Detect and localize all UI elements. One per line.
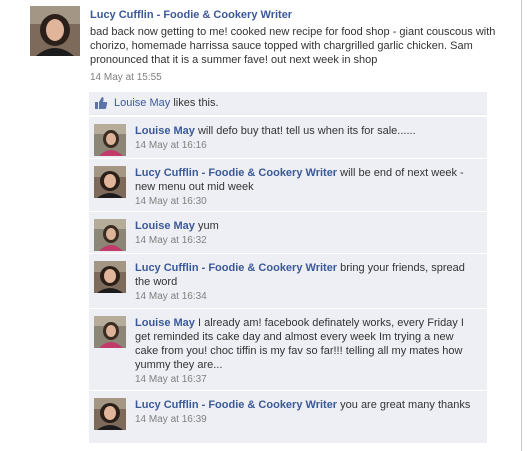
comment-body: Louise May yum 14 May at 16:32 <box>135 219 473 248</box>
comment-timestamp[interactable]: 14 May at 16:39 <box>135 413 473 427</box>
comment-author[interactable]: Louise May <box>135 220 195 232</box>
comment-body: Lucy Cufflin - Foodie & Cookery Writer w… <box>135 166 473 209</box>
commenter-avatar[interactable] <box>94 398 126 430</box>
comment-timestamp[interactable]: 14 May at 16:32 <box>135 234 473 248</box>
comment-body: Lucy Cufflin - Foodie & Cookery Writer y… <box>135 398 473 427</box>
comment-text: yum <box>194 220 219 232</box>
comment-text: will defo buy that! tell us when its for… <box>194 125 416 137</box>
comment-item: Lucy Cufflin - Foodie & Cookery Writer b… <box>89 254 487 309</box>
thumbs-up-icon <box>94 96 108 110</box>
comment-text: you are great many thanks <box>337 399 471 411</box>
comment-author[interactable]: Louise May <box>135 125 195 137</box>
post-author-name[interactable]: Lucy Cufflin - Foodie & Cookery Writer <box>90 9 292 21</box>
comment-author[interactable]: Louise May <box>135 317 195 329</box>
comment-item: Lucy Cufflin - Foodie & Cookery Writer y… <box>89 391 487 444</box>
comment-timestamp[interactable]: 14 May at 16:37 <box>135 373 473 387</box>
likes-bar: Louise May likes this. <box>89 92 487 115</box>
commenter-avatar[interactable] <box>94 219 126 251</box>
scroll-edge <box>521 0 522 451</box>
comment-item: Louise May will defo buy that! tell us w… <box>89 117 487 159</box>
comment-item: Louise May I already am! facebook defina… <box>89 309 487 391</box>
comment-body: Louise May I already am! facebook defina… <box>135 316 473 387</box>
commenter-avatar[interactable] <box>94 316 126 348</box>
likes-text: Louise May likes this. <box>114 97 219 109</box>
comment-author[interactable]: Lucy Cufflin - Foodie & Cookery Writer <box>135 167 337 179</box>
commenter-avatar[interactable] <box>94 261 126 293</box>
likes-suffix: likes this. <box>170 97 219 109</box>
comment-author[interactable]: Lucy Cufflin - Foodie & Cookery Writer <box>135 399 337 411</box>
comment-author[interactable]: Lucy Cufflin - Foodie & Cookery Writer <box>135 262 337 274</box>
comment-body: Louise May will defo buy that! tell us w… <box>135 124 473 153</box>
comment-item: Lucy Cufflin - Foodie & Cookery Writer w… <box>89 159 487 212</box>
comment-item: Louise May yum 14 May at 16:32 <box>89 212 487 254</box>
post-text: bad back now getting to me! cooked new r… <box>90 26 496 66</box>
commenter-avatar[interactable] <box>94 166 126 198</box>
comment-timestamp[interactable]: 14 May at 16:34 <box>135 290 473 304</box>
comment-timestamp[interactable]: 14 May at 16:16 <box>135 139 473 153</box>
post-author-avatar[interactable] <box>30 6 80 56</box>
comment-timestamp[interactable]: 14 May at 16:30 <box>135 195 473 209</box>
comment-body: Lucy Cufflin - Foodie & Cookery Writer b… <box>135 261 473 304</box>
post-timestamp[interactable]: 14 May at 15:55 <box>90 72 162 83</box>
liker-link[interactable]: Louise May <box>114 97 170 109</box>
commenter-avatar[interactable] <box>94 124 126 156</box>
